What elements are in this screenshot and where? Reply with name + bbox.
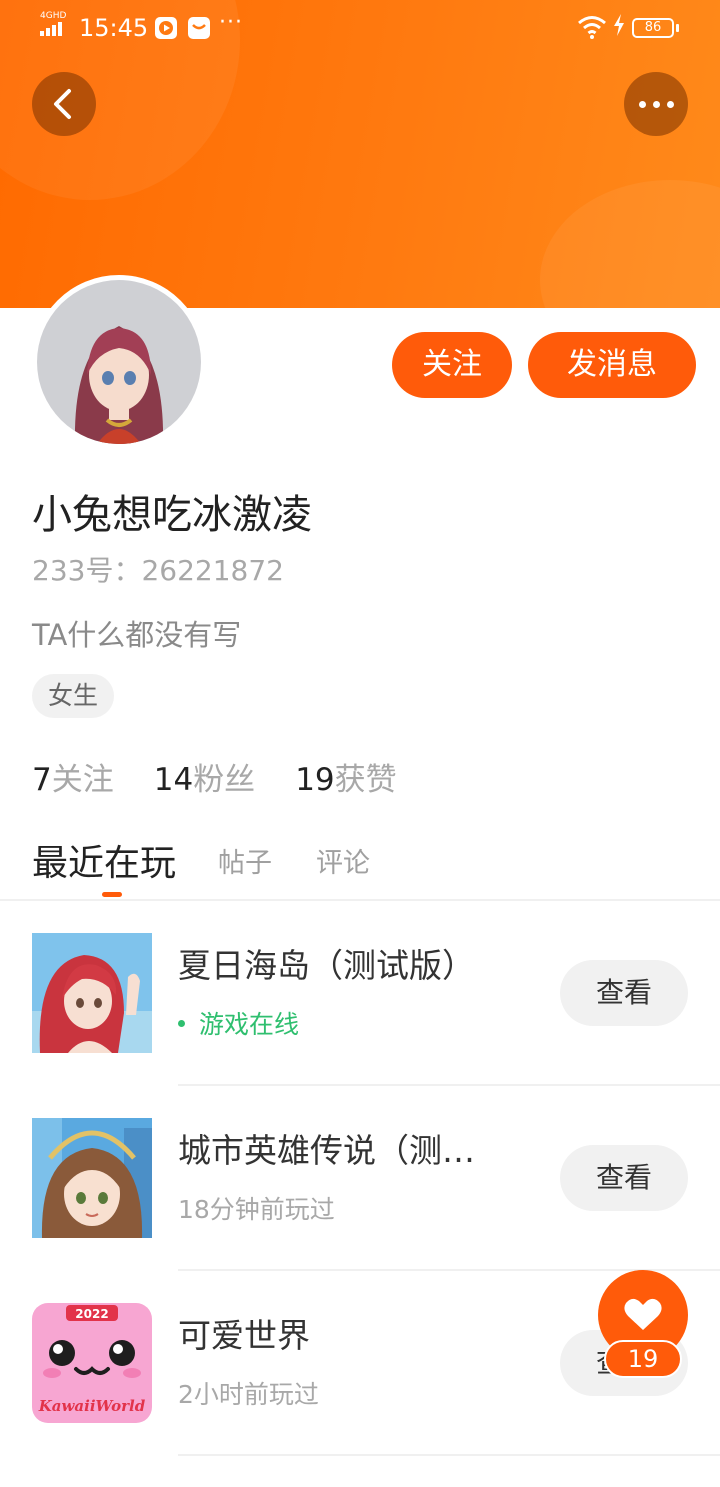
stat-label: 粉丝: [193, 762, 256, 798]
game-thumbnail: [32, 1118, 152, 1238]
view-game-button[interactable]: 查看: [560, 960, 688, 1026]
follow-button[interactable]: 关注: [392, 332, 512, 398]
game-thumbnail: [32, 933, 152, 1053]
game-status-text: 游戏在线: [199, 1010, 300, 1039]
following-stat[interactable]: 7关注: [32, 754, 114, 799]
stat-number: 19: [295, 762, 335, 798]
profile-stats: 7关注 14粉丝 19获赞: [32, 754, 397, 799]
profile-uid: 233号：26221872: [32, 554, 284, 587]
stat-label: 获赞: [334, 762, 397, 798]
network-type: 4GHD: [40, 11, 67, 21]
decor-circle: [540, 180, 720, 308]
battery-icon: 86: [632, 18, 674, 38]
video-app-icon: [155, 17, 177, 39]
back-button[interactable]: [32, 72, 96, 136]
back-icon: [54, 89, 71, 119]
tab-comments[interactable]: 评论: [316, 841, 370, 880]
game-title: 夏日海岛（测试版）: [178, 946, 475, 985]
game-title: 可爱世界: [178, 1316, 310, 1355]
stat-number: 14: [153, 762, 194, 798]
game-last-played: 2小时前玩过: [178, 1380, 319, 1409]
wifi-icon: [577, 14, 607, 44]
online-dot: [178, 1019, 185, 1027]
game-list-item[interactable]: 夏日海岛（测试版） 游戏在线 查看: [0, 933, 720, 1117]
profile-name: 小兔想吃冰激凌: [32, 492, 312, 538]
followers-stat[interactable]: 14粉丝: [154, 754, 255, 799]
more-button[interactable]: [624, 72, 688, 136]
game-thumbnail: 2022 KawaiiWorld: [32, 1303, 152, 1423]
icon-year-text: 2022: [75, 1307, 108, 1321]
divider: [0, 899, 720, 901]
profile-tabs: 最近在玩 帖子 评论: [32, 834, 370, 897]
profile-header-banner: 4GHD 15:45 ··· 86: [0, 0, 720, 308]
likes-stat: 19获赞: [295, 754, 396, 799]
icon-brand-text: KawaiiWorld: [38, 1397, 146, 1415]
avatar-frame: [32, 275, 206, 449]
profile-bio: TA什么都没有写: [32, 618, 242, 652]
status-bar: 4GHD 15:45 ··· 86: [0, 0, 720, 56]
send-message-button[interactable]: 发消息: [528, 332, 696, 398]
like-count-badge: 19: [604, 1340, 682, 1378]
tab-posts[interactable]: 帖子: [218, 841, 272, 880]
charging-icon: [613, 14, 625, 41]
game-last-played: 18分钟前玩过: [178, 1195, 335, 1224]
stat-number: 7: [32, 762, 52, 798]
more-notifications: ···: [219, 10, 243, 35]
view-game-button[interactable]: 查看: [560, 1145, 688, 1211]
divider: [178, 1084, 720, 1086]
battery-tip: [676, 24, 679, 32]
game-status: 游戏在线: [178, 1005, 299, 1041]
signal-icon: [40, 22, 62, 36]
stat-label: 关注: [51, 762, 114, 798]
message-app-icon: [188, 17, 210, 39]
game-title: 城市英雄传说（测…: [178, 1131, 475, 1170]
tab-recently-played[interactable]: 最近在玩: [32, 834, 176, 897]
status-time: 15:45: [79, 14, 149, 42]
gender-tag: 女生: [32, 674, 115, 718]
avatar[interactable]: [37, 280, 201, 444]
divider: [178, 1454, 720, 1456]
